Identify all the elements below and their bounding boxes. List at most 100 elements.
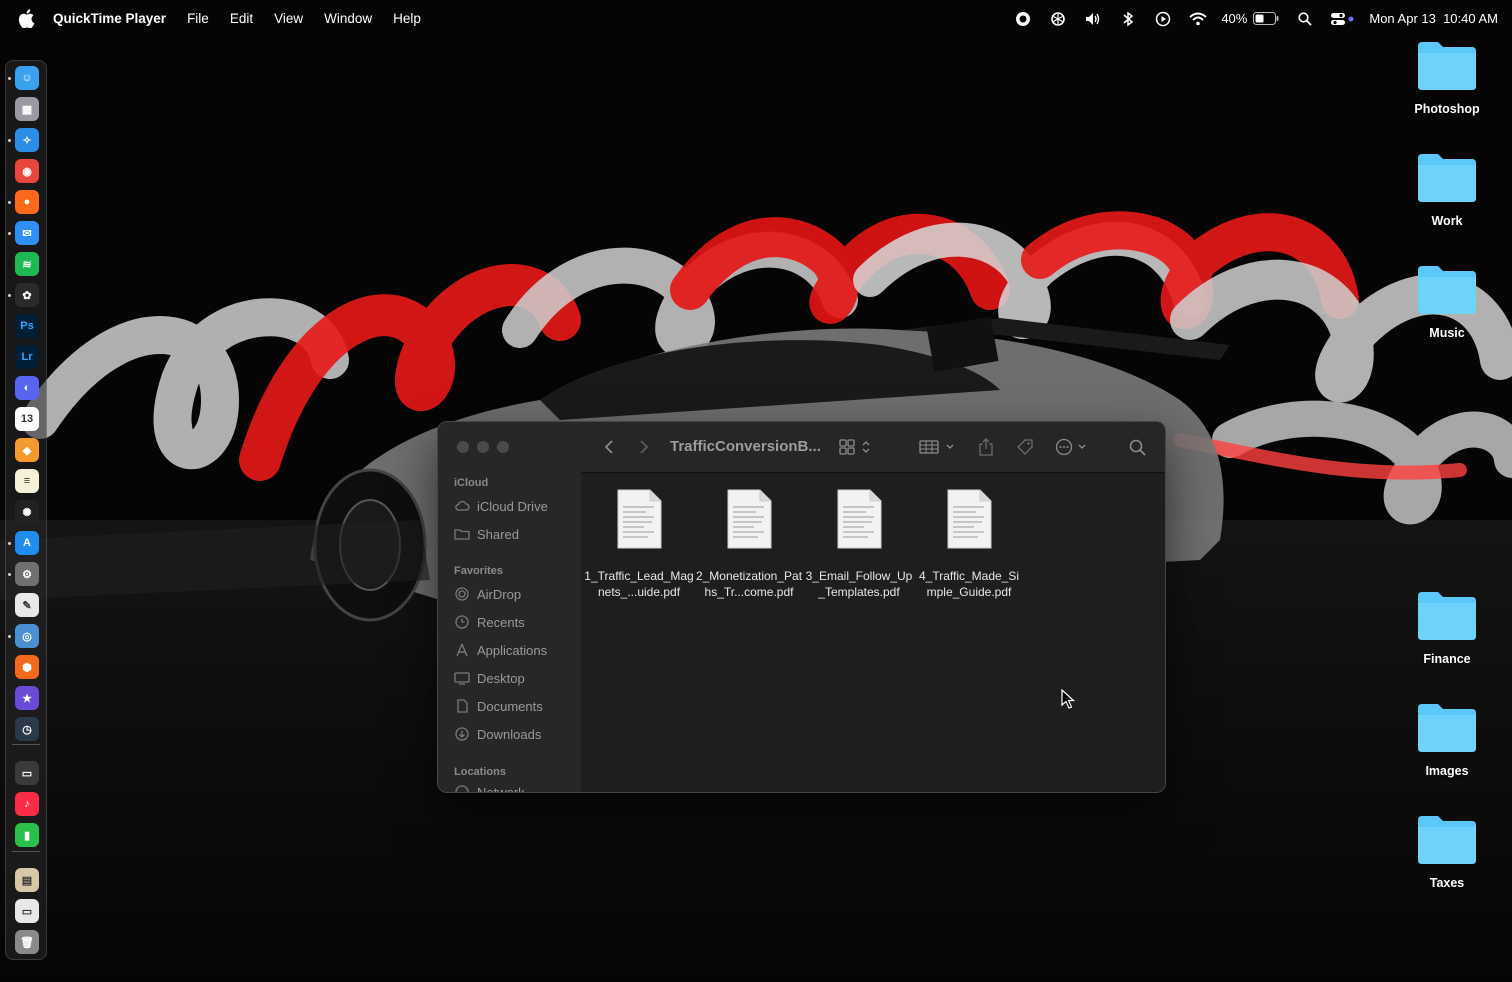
play-icon[interactable]	[1154, 10, 1172, 28]
close-button[interactable]	[457, 441, 469, 453]
desktop-folder-label: Music	[1429, 326, 1465, 340]
menu-bar: QuickTime Player File Edit View Window H…	[0, 0, 1512, 37]
download-icon	[455, 727, 469, 741]
desktop-folder-photoshop[interactable]: Photoshop	[1406, 40, 1488, 116]
numbers-icon[interactable]: ▮	[15, 823, 39, 847]
textedit-icon[interactable]: ✎	[15, 593, 39, 617]
clock-icon	[455, 615, 469, 629]
finder-window[interactable]: iCloud iCloud Drive Shared Favorites Air…	[437, 421, 1166, 793]
trash-icon[interactable]: 🗑	[15, 930, 39, 954]
timemachine-icon[interactable]: ◷	[15, 717, 39, 741]
more-actions-button[interactable]	[1055, 437, 1091, 457]
settings-icon[interactable]: ⚙	[15, 562, 39, 586]
search-button[interactable]	[1127, 437, 1147, 457]
share-button[interactable]	[977, 437, 995, 457]
lightroom-icon[interactable]: Lr	[15, 345, 39, 369]
sidebar-item-label: Network	[477, 784, 525, 793]
sidebar-item-icloud-drive[interactable]: iCloud Drive	[454, 496, 548, 516]
menu-edit[interactable]: Edit	[230, 11, 253, 26]
safari-icon[interactable]: ✧	[15, 128, 39, 152]
wifi-icon[interactable]	[1189, 10, 1207, 28]
group-icon	[919, 440, 954, 454]
sketch-icon[interactable]: ◆	[15, 438, 39, 462]
sidebar-item-documents[interactable]: Documents	[454, 696, 543, 716]
folder-icon	[1418, 816, 1476, 864]
sidebar-item-airdrop[interactable]: AirDrop	[454, 584, 521, 604]
tag-button[interactable]	[1015, 437, 1035, 457]
dock-separator	[12, 851, 40, 852]
folder-icon	[1418, 704, 1476, 752]
photoshop-icon[interactable]: Ps	[15, 314, 39, 338]
cloud-icon	[455, 500, 470, 511]
notes-icon[interactable]: ≡	[15, 469, 39, 493]
control-center-icon[interactable]	[1331, 10, 1355, 28]
file-item[interactable]: 3_Email_Follow_Up_Templates.pdf	[804, 489, 914, 600]
screencapture-icon[interactable]: ▭	[15, 761, 39, 785]
shapr-icon[interactable]: ⬢	[15, 655, 39, 679]
dock: ☺ ▦ ✧ ◉ ● ✉ ≋ ✿ Ps Lr ◐ 13 ◆ ≡ ✺ A ⚙ ✎ ◎ ⬢ ★ ◷ ▭ ♪ ▮ ▤ ▭ 🗑	[5, 60, 47, 960]
running-indicator	[8, 139, 11, 142]
back-button[interactable]	[601, 437, 617, 457]
zoom-button[interactable]	[497, 441, 509, 453]
sidebar-item-shared[interactable]: Shared	[454, 524, 519, 544]
sidebar-item-network[interactable]: Network	[454, 782, 525, 793]
calendar-icon[interactable]: 13	[15, 407, 39, 431]
sidebar-item-recents[interactable]: Recents	[454, 612, 525, 632]
desktop-folder-taxes[interactable]: Taxes	[1406, 814, 1488, 890]
document-icon	[457, 699, 468, 713]
app-menu[interactable]: QuickTime Player	[53, 11, 166, 26]
firefox-icon[interactable]: ●	[15, 190, 39, 214]
spotify-icon[interactable]: ≋	[15, 252, 39, 276]
menubar-clock[interactable]: Mon Apr 13 10:40 AM	[1369, 11, 1498, 26]
appstore-icon[interactable]: A	[15, 531, 39, 555]
photos-stack-icon[interactable]: ▤	[15, 868, 39, 892]
volume-icon[interactable]	[1084, 10, 1102, 28]
desktop-folder-label: Finance	[1423, 652, 1471, 666]
menu-view[interactable]: View	[274, 11, 303, 26]
spotlight-search-icon[interactable]	[1296, 10, 1314, 28]
menu-help[interactable]: Help	[393, 11, 421, 26]
file-item[interactable]: 2_Monetization_Paths_Tr...come.pdf	[694, 489, 804, 600]
desktop-folder-finance[interactable]: Finance	[1406, 590, 1488, 666]
imovie-icon[interactable]: ★	[15, 686, 39, 710]
desktop-folder-work[interactable]: Work	[1406, 152, 1488, 228]
openai-icon[interactable]: ✺	[15, 500, 39, 524]
mail-icon[interactable]: ✉	[15, 221, 39, 245]
network-icon	[455, 785, 469, 792]
group-button[interactable]	[919, 437, 957, 457]
launchpad-icon[interactable]: ▦	[15, 97, 39, 121]
window-icon[interactable]: ▭	[15, 899, 39, 923]
running-indicator	[8, 232, 11, 235]
chatgpt-icon[interactable]: ✿	[15, 283, 39, 307]
discord-icon[interactable]: ◐	[15, 376, 39, 400]
share-icon	[979, 438, 993, 456]
desktop-folder-music[interactable]: Music	[1406, 264, 1488, 340]
sidebar-item-downloads[interactable]: Downloads	[454, 724, 541, 744]
finder-content[interactable]: 1_Traffic_Lead_Magnets_...uide.pdf 2_Mon…	[581, 473, 1165, 792]
view-mode-button[interactable]	[839, 437, 873, 457]
running-indicator	[8, 573, 11, 576]
sidebar-item-label: Recents	[477, 614, 525, 630]
running-indicator	[8, 542, 11, 545]
chatgpt-icon[interactable]	[1049, 10, 1067, 28]
file-item[interactable]: 1_Traffic_Lead_Magnets_...uide.pdf	[584, 489, 694, 600]
battery-icon[interactable]	[1253, 10, 1279, 28]
bluetooth-icon[interactable]	[1119, 10, 1137, 28]
running-indicator	[8, 294, 11, 297]
menu-window[interactable]: Window	[324, 11, 372, 26]
music-icon[interactable]: ♪	[15, 792, 39, 816]
minimize-button[interactable]	[477, 441, 489, 453]
chrome-icon[interactable]: ◉	[15, 159, 39, 183]
airdrop-icon	[455, 587, 469, 601]
sidebar-item-desktop[interactable]: Desktop	[454, 668, 525, 688]
preview-icon[interactable]: ◎	[15, 624, 39, 648]
battery-percent: 40%	[1221, 11, 1248, 26]
apple-menu-icon[interactable]	[18, 9, 35, 28]
finder-icon[interactable]: ☺	[15, 66, 39, 90]
file-item[interactable]: 4_Traffic_Made_Simple_Guide.pdf	[914, 489, 1024, 600]
desktop-folder-images[interactable]: Images	[1406, 702, 1488, 778]
forward-button[interactable]	[636, 437, 652, 457]
sidebar-item-applications[interactable]: Applications	[454, 640, 547, 660]
menu-file[interactable]: File	[187, 11, 209, 26]
record-icon[interactable]	[1014, 10, 1032, 28]
